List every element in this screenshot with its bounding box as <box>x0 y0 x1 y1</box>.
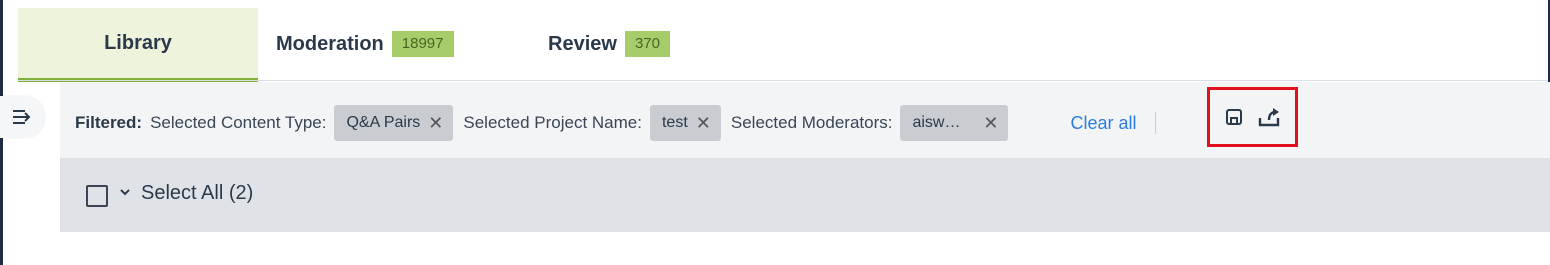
export-icon <box>1258 108 1279 127</box>
tab-moderation-count-badge: 18997 <box>391 31 454 57</box>
filtered-label: Filtered: <box>75 113 143 132</box>
filter-row: Filtered: Selected Content Type: Q&A Pai… <box>75 104 1168 142</box>
tab-library-label: Library <box>104 31 172 54</box>
moderators-chip: aisw… ✕ <box>900 105 1009 141</box>
close-icon[interactable]: ✕ <box>428 113 443 134</box>
tab-review-count-badge: 370 <box>624 31 670 57</box>
sidebar-toggle-button[interactable] <box>0 96 44 138</box>
save-button[interactable] <box>1224 107 1244 127</box>
tab-bar: Library Moderation 18997 Review 370 <box>18 8 1548 82</box>
tab-review-label: Review <box>548 32 617 55</box>
select-all-text: Select All <box>141 182 224 204</box>
project-name-chip: test ✕ <box>649 105 721 141</box>
close-icon[interactable]: ✕ <box>696 113 711 134</box>
toolbar-separator <box>1154 112 1156 134</box>
filter-bar: Filtered: Selected Content Type: Q&A Pai… <box>60 82 1550 158</box>
close-icon[interactable]: ✕ <box>983 113 998 134</box>
export-button[interactable] <box>1257 106 1281 128</box>
highlighted-actions <box>1207 87 1298 147</box>
content-type-chip-value: Q&A Pairs <box>346 114 421 131</box>
tabs-divider <box>18 80 1548 81</box>
clear-all-link[interactable]: Clear all <box>1070 113 1136 134</box>
content-preview-band <box>60 232 1550 265</box>
content-type-label: Selected Content Type: <box>150 113 327 132</box>
select-all-label: Select All (2) <box>141 182 253 205</box>
select-all-count: (2) <box>228 182 254 204</box>
chevron-down-icon[interactable] <box>118 185 132 199</box>
tab-library[interactable]: Library <box>18 8 258 82</box>
tab-review[interactable]: Review 370 <box>548 8 670 80</box>
content-type-chip: Q&A Pairs ✕ <box>334 105 454 141</box>
project-name-chip-value: test <box>661 114 688 131</box>
save-icon <box>1226 109 1243 125</box>
project-name-label: Selected Project Name: <box>463 113 642 132</box>
select-all-row: Select All (2) <box>60 158 1550 232</box>
moderators-chip-value: aisw… <box>912 114 961 131</box>
sidebar-toggle-icon <box>13 110 31 124</box>
moderators-label: Selected Moderators: <box>730 113 893 132</box>
tab-moderation[interactable]: Moderation 18997 <box>276 8 454 80</box>
tab-moderation-label: Moderation <box>276 32 384 55</box>
select-all-checkbox[interactable] <box>86 185 108 207</box>
